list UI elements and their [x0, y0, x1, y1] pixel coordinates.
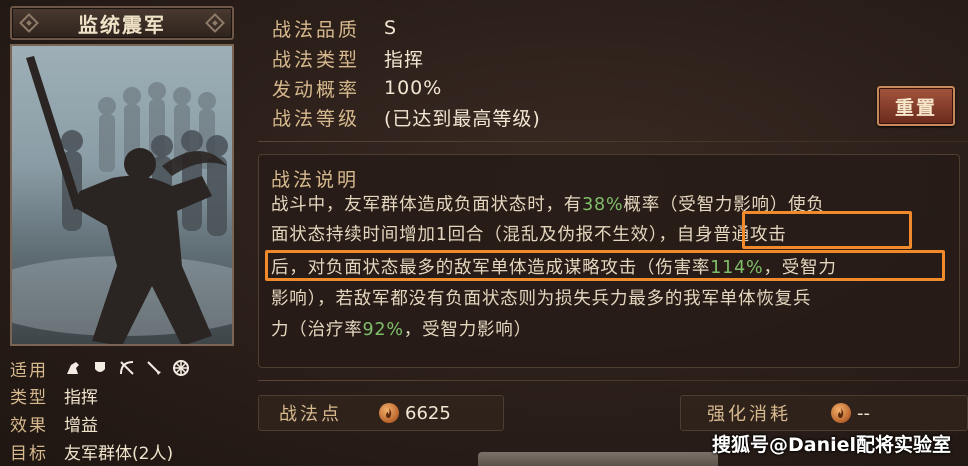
trigger-rate-label: 发动概率	[272, 78, 361, 101]
applicable-label: 适用	[10, 360, 48, 381]
effect-label: 效果	[10, 415, 48, 436]
effect-value: 增益	[64, 415, 98, 436]
type-label: 类型	[10, 387, 48, 408]
tactic-level-label: 战法等级	[272, 107, 361, 130]
spear-icon	[145, 359, 163, 377]
flame-coin-icon	[379, 403, 399, 423]
description-text: 力（治疗率	[271, 320, 363, 340]
watermark: 搜狐号@Daniel配将实验室	[712, 434, 952, 456]
description-panel: 战法说明 战斗中，友军群体造成负面状态时，有38%概率（受智力影响）使负 面状态…	[258, 154, 960, 368]
enhance-cost-value: --	[857, 402, 870, 424]
description-line-4: 影响），若敌军都没有负面状态则为损失兵力最多的我军单体恢复兵	[271, 289, 812, 309]
target-row: 目标 友军群体(2人)	[10, 439, 174, 464]
diamond-ornament-icon	[205, 13, 225, 33]
tactic-portrait	[10, 44, 234, 346]
description-title: 战法说明	[271, 169, 360, 191]
tactic-level-value: (已达到最高等级)	[384, 107, 541, 130]
tactic-name: 监统震军	[78, 12, 166, 37]
quality-label: 战法品质	[272, 18, 361, 41]
quality-value: S	[384, 17, 398, 39]
tactic-level-row: 战法等级 (已达到最高等级)	[272, 103, 541, 131]
quality-row: 战法品质 S	[272, 14, 397, 42]
cavalry-icon	[64, 359, 82, 377]
trigger-rate-value: 100%	[384, 77, 443, 99]
type-row: 类型 指挥	[10, 383, 98, 408]
target-label: 目标	[10, 443, 48, 464]
reset-button[interactable]: 重置	[877, 86, 955, 126]
annotation-box	[742, 211, 912, 249]
type-value: 指挥	[64, 387, 98, 408]
wheel-icon	[172, 359, 190, 377]
shield-icon	[91, 359, 109, 377]
tactic-type-row: 战法类型 指挥	[272, 44, 424, 72]
trigger-rate-row: 发动概率 100%	[272, 74, 442, 102]
divider	[258, 141, 968, 142]
description-line-2: 面状态持续时间增加1回合（混乱及伪报不生效），自身普通攻击	[271, 221, 787, 246]
probability-highlight: 38%	[582, 195, 624, 215]
tactic-points-value: 6625	[405, 402, 451, 424]
divider	[258, 380, 968, 381]
effect-row: 效果 增益	[10, 411, 98, 436]
applicable-units-row: 适用	[10, 356, 190, 381]
enhance-cost-bar: 强化消耗 --	[680, 395, 968, 431]
tactic-points-label: 战法点	[279, 404, 342, 425]
annotation-box	[265, 250, 945, 281]
enhance-cost-label: 强化消耗	[707, 404, 791, 425]
heal-rate-highlight: 92%	[362, 320, 404, 340]
warrior-silhouette-art	[12, 56, 232, 344]
tactic-type-label: 战法类型	[272, 48, 361, 71]
description-text: 战斗中，友军群体造成负面状态时，有	[271, 195, 583, 215]
bottom-tab-button[interactable]	[478, 452, 718, 466]
description-text: ，受智力影响）	[403, 320, 532, 340]
description-text: 面状态持续时间增加1回合（混乱及伪报不生效）	[271, 225, 659, 245]
tactic-points-bar: 战法点 6625	[258, 395, 504, 431]
description-line-5: 力（治疗率92%，受智力影响）	[271, 316, 532, 341]
bow-icon	[118, 359, 136, 377]
flame-coin-icon	[831, 403, 851, 423]
tactic-type-value: 指挥	[384, 48, 425, 71]
diamond-ornament-icon	[19, 13, 39, 33]
tactic-name-plate: 监统震军	[10, 6, 234, 40]
target-value: 友军群体(2人)	[64, 443, 174, 464]
